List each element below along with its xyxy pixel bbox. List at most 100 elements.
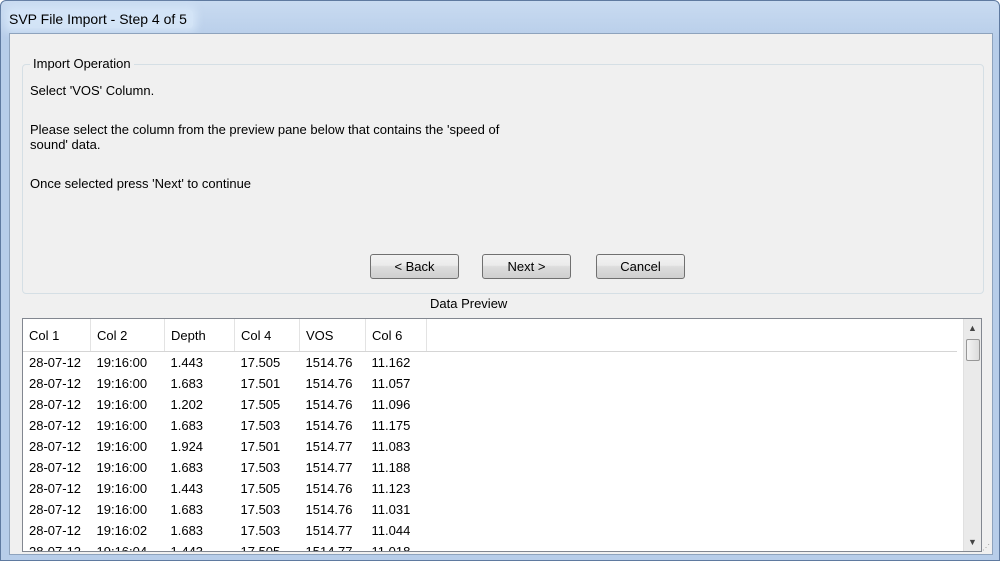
column-header-col1[interactable]: Col 1 (23, 319, 91, 352)
table-cell: 11.096 (371, 397, 411, 412)
table-cell: 28-07-12 (29, 460, 82, 475)
table-cell: 11.018 (371, 544, 411, 552)
table-cell: 1.683 (170, 502, 204, 517)
table-cell: 17.503 (240, 502, 281, 517)
table-row[interactable]: 28-07-12 19:16:04 1.443 17.505 1514.77 11.018 (23, 541, 958, 552)
table-cell: 19:16:00 (96, 355, 148, 370)
table-cell: 28-07-12 (29, 376, 82, 391)
table-row[interactable]: 28-07-12 19:16:00 1.202 17.505 1514.76 11.096 (23, 394, 957, 415)
table-cell: 28-07-12 (29, 355, 82, 370)
table-cell: 1.683 (170, 376, 204, 391)
table-row[interactable]: 28-07-12 19:16:00 1.683 17.501 1514.76 11.057 (23, 373, 957, 394)
table-cell: 17.505 (240, 481, 281, 496)
table-cell-filler (427, 520, 958, 541)
table-cell: 17.505 (240, 544, 281, 552)
table-cell: 17.503 (240, 418, 281, 433)
table-cell-filler (427, 352, 958, 374)
table-cell: 11.044 (371, 523, 411, 538)
data-preview-table: Col 1 Col 2 Depth Col 4 VOS Col 6 28-07-… (23, 319, 958, 552)
table-cell: 11.123 (371, 481, 411, 496)
data-preview-grid[interactable]: Col 1 Col 2 Depth Col 4 VOS Col 6 28-07-… (22, 318, 982, 552)
table-cell: 19:16:04 (96, 544, 148, 552)
table-cell: 17.503 (240, 460, 281, 475)
table-cell: 17.501 (240, 376, 281, 391)
table-cell: 28-07-12 (29, 418, 82, 433)
table-cell-filler (427, 541, 958, 551)
table-cell: 19:16:00 (96, 397, 148, 412)
column-header-col6[interactable]: Col 6 (365, 319, 427, 352)
table-cell-filler (427, 457, 958, 478)
table-cell: 28-07-12 (29, 544, 82, 552)
header-row: Col 1 Col 2 Depth Col 4 VOS Col 6 (23, 319, 957, 352)
scroll-up-arrow-icon[interactable]: ▲ (964, 319, 981, 337)
table-cell: 1514.77 (305, 523, 353, 538)
table-cell: 11.031 (371, 502, 411, 517)
table-cell-filler (427, 436, 958, 457)
table-cell: 11.162 (371, 355, 411, 370)
column-header-col2[interactable]: Col 2 (90, 319, 165, 352)
table-cell: 1.683 (170, 523, 204, 538)
table-cell-filler (427, 478, 958, 499)
column-header-depth[interactable]: Depth (164, 319, 235, 352)
table-cell: 17.501 (240, 439, 281, 454)
column-header-col4[interactable]: Col 4 (234, 319, 300, 352)
table-row[interactable]: 28-07-12 19:16:00 1.683 17.503 1514.76 11.031 (23, 499, 957, 520)
table-cell: 11.175 (371, 418, 411, 433)
table-row[interactable]: 28-07-12 19:16:02 1.683 17.503 1514.77 11.044 (23, 520, 957, 541)
data-preview-label: Data Preview (430, 296, 508, 311)
table-cell: 17.505 (240, 355, 281, 370)
back-button[interactable]: < Back (370, 254, 459, 279)
table-row[interactable]: 28-07-12 19:16:00 1.443 17.505 1514.76 11.162 (23, 352, 957, 374)
table-cell: 1.202 (170, 397, 204, 412)
table-row[interactable]: 28-07-12 19:16:00 1.924 17.501 1514.77 11.083 (23, 436, 957, 457)
table-cell: 1514.76 (305, 481, 353, 496)
table-cell: 1514.76 (305, 355, 353, 370)
table-cell: 17.503 (240, 523, 281, 538)
table-cell: 1514.77 (305, 460, 353, 475)
resize-grip-icon[interactable]: ⋰ (982, 543, 990, 552)
table-cell-filler (427, 373, 958, 394)
scroll-down-arrow-icon[interactable]: ▼ (964, 533, 981, 551)
svp-import-window: SVP File Import - Step 4 of 5 Import Ope… (0, 0, 1000, 561)
scroll-thumb[interactable] (966, 339, 980, 361)
table-cell: 28-07-12 (29, 481, 82, 496)
table-cell: 28-07-12 (29, 523, 82, 538)
table-cell: 19:16:00 (96, 418, 148, 433)
table-cell: 11.083 (371, 439, 411, 454)
table-cell: 28-07-12 (29, 439, 82, 454)
table-cell: 11.057 (371, 376, 411, 391)
next-button[interactable]: Next > (482, 254, 571, 279)
table-cell: 19:16:00 (96, 502, 148, 517)
table-cell: 1514.77 (305, 544, 353, 552)
column-header-filler (426, 319, 957, 352)
table-cell: 1.443 (170, 544, 204, 552)
table-cell: 1.683 (170, 418, 204, 433)
instruction-text-line2: sound' data. (30, 137, 101, 152)
table-row[interactable]: 28-07-12 19:16:00 1.683 17.503 1514.77 11.188 (23, 457, 957, 478)
table-row[interactable]: 28-07-12 19:16:00 1.683 17.503 1514.76 11.175 (23, 415, 957, 436)
table-cell-filler (427, 415, 958, 436)
table-cell: 11.188 (371, 460, 411, 475)
table-cell: 1.683 (170, 460, 204, 475)
dialog-client-area: Import Operation Select 'VOS' Column. Pl… (9, 33, 993, 555)
instruction-text-line1: Please select the column from the previe… (30, 122, 500, 137)
grid-body: 28-07-12 19:16:00 1.443 17.505 1514.76 11.162… (23, 352, 958, 552)
import-operation-legend: Import Operation (30, 56, 134, 71)
vertical-scrollbar[interactable]: ▲ ▼ (963, 319, 981, 551)
table-row[interactable]: 28-07-12 19:16:00 1.443 17.505 1514.76 11.123 (23, 478, 957, 499)
table-cell: 1514.77 (305, 439, 353, 454)
table-cell: 19:16:00 (96, 439, 148, 454)
cancel-button[interactable]: Cancel (596, 254, 685, 279)
table-cell: 1514.76 (305, 502, 353, 517)
table-cell: 1.924 (170, 439, 204, 454)
title-bar[interactable]: SVP File Import - Step 4 of 5 (1, 1, 999, 33)
table-cell: 1514.76 (305, 397, 353, 412)
table-cell: 1514.76 (305, 376, 353, 391)
table-cell: 1.443 (170, 355, 204, 370)
table-cell: 1514.76 (305, 418, 353, 433)
table-cell: 19:16:00 (96, 460, 148, 475)
table-cell: 28-07-12 (29, 502, 82, 517)
column-header-vos[interactable]: VOS (299, 319, 366, 352)
continue-hint: Once selected press 'Next' to continue (30, 176, 252, 191)
table-cell: 28-07-12 (29, 397, 82, 412)
